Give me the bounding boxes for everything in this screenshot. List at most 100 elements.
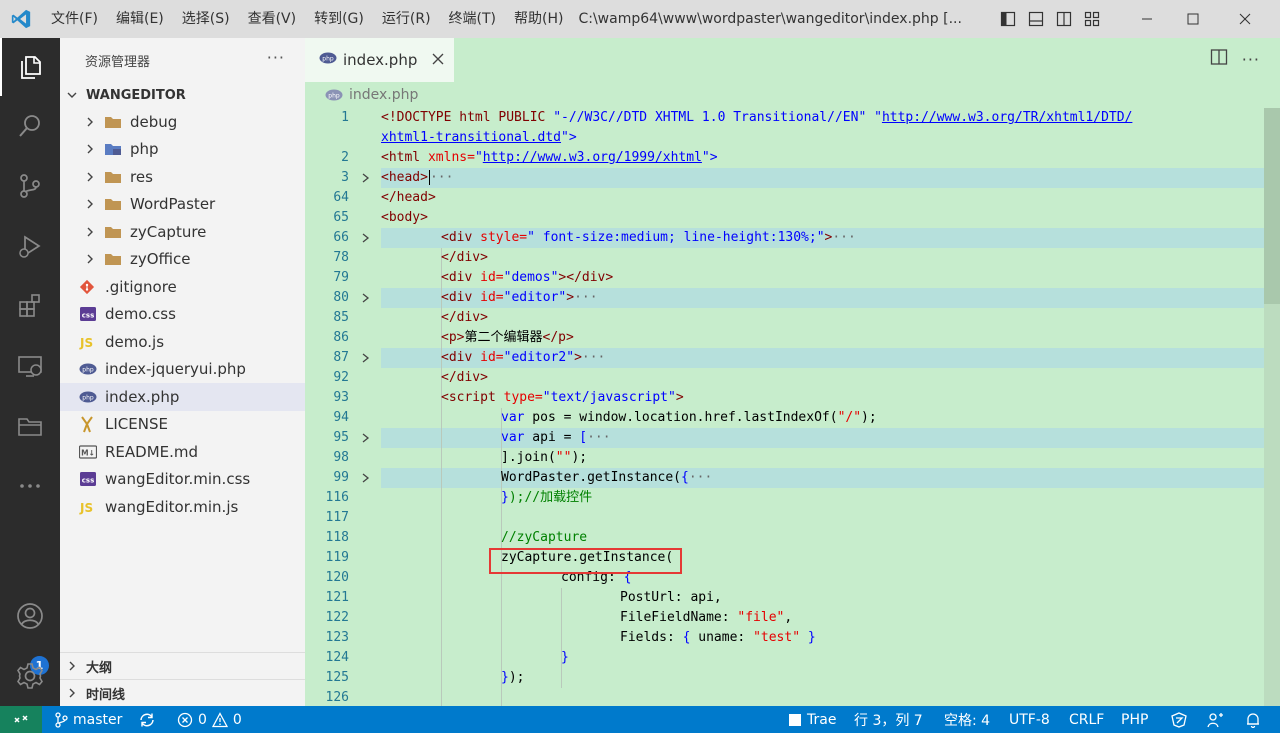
search-icon[interactable] (0, 97, 60, 155)
tree-file-item[interactable]: php index.php (60, 383, 305, 411)
toggle-primary-sidebar-icon[interactable] (994, 0, 1022, 38)
tree-file-item[interactable]: css wangEditor.min.css (60, 466, 305, 494)
token: } (501, 670, 509, 685)
git-file-icon (79, 279, 105, 295)
code-line: config: { (305, 568, 1265, 588)
trae-status[interactable]: Trae (788, 706, 836, 733)
live-share-icon (1171, 711, 1187, 728)
menu-terminal[interactable]: 终端(T) (440, 0, 505, 38)
vertical-scrollbar[interactable] (1264, 108, 1280, 706)
code-line: } (305, 648, 1265, 668)
tree-file-item[interactable]: LICENSE (60, 411, 305, 439)
svg-text:JS: JS (79, 336, 93, 350)
language-mode[interactable]: PHP (1121, 706, 1148, 733)
editor-more-actions-icon[interactable]: ··· (1242, 50, 1260, 69)
problems-status[interactable]: 0 0 (177, 706, 242, 733)
tree-file-item[interactable]: M↓ README.md (60, 438, 305, 466)
live-share-status[interactable] (1170, 706, 1193, 733)
settings-gear-icon[interactable] (0, 647, 60, 705)
breadcrumb[interactable]: php index.php (325, 84, 418, 106)
indentation-status[interactable]: 空格: 4 (944, 706, 990, 733)
cursor-position[interactable]: 行 3，列 7 (854, 706, 923, 733)
branch-status[interactable]: master (54, 706, 122, 733)
menu-selection[interactable]: 选择(S) (173, 0, 239, 38)
tree-folder-item[interactable]: res (60, 163, 305, 191)
token: } (501, 490, 509, 505)
notifications-status[interactable] (1245, 706, 1266, 733)
run-debug-icon[interactable] (0, 217, 60, 275)
fold-ellipsis[interactable]: ··· (689, 470, 712, 485)
sync-status[interactable] (138, 706, 161, 733)
tab-close-icon[interactable] (432, 50, 444, 69)
outline-section[interactable]: 大纲 (60, 652, 305, 679)
tree-folder-item[interactable]: zyCapture (60, 218, 305, 246)
folder-icon[interactable] (0, 397, 60, 455)
toggle-secondary-sidebar-icon[interactable] (1050, 0, 1078, 38)
source-control-icon[interactable] (0, 157, 60, 215)
code-line: });//加载控件 (305, 488, 1265, 508)
fold-ellipsis[interactable]: ··· (582, 350, 605, 365)
tree-file-item[interactable]: JS demo.js (60, 328, 305, 356)
tab-index-php[interactable]: php index.php (305, 38, 454, 82)
menu-view[interactable]: 查看(V) (239, 0, 306, 38)
timeline-section[interactable]: 时间线 (60, 679, 305, 706)
svg-text:JS: JS (79, 501, 93, 515)
chevron-right-icon (84, 143, 104, 155)
fold-ellipsis[interactable]: ··· (574, 290, 597, 305)
close-window-button[interactable] (1222, 0, 1268, 38)
explorer-more-actions-icon[interactable]: ··· (267, 48, 285, 67)
tree-folder-item[interactable]: debug (60, 108, 305, 136)
feedback-status[interactable] (1206, 706, 1229, 733)
eol-status[interactable]: CRLF (1069, 706, 1104, 733)
code-editor[interactable]: 1 2 3 64 65 66 78 79 80 85 86 87 92 93 94 95 98 99 116 117 1… (305, 108, 1265, 706)
menu-go[interactable]: 转到(G) (305, 0, 373, 38)
tree-item-label: wangEditor.min.js (105, 497, 239, 516)
token: </div> (441, 310, 488, 325)
token: 第二个编辑器 (464, 330, 543, 345)
code-link[interactable]: http://www.w3.org/TR/xhtml1/DTD/ (882, 110, 1132, 125)
workspace-root[interactable]: WANGEDITOR (60, 82, 305, 108)
menu-run[interactable]: 运行(R) (373, 0, 440, 38)
tree-file-item[interactable]: .gitignore (60, 273, 305, 301)
code-line: PostUrl: api, (305, 588, 1265, 608)
code-link[interactable]: http://www.w3.org/1999/xhtml (483, 150, 702, 165)
vscode-logo-icon[interactable] (0, 0, 42, 38)
maximize-button[interactable] (1170, 0, 1216, 38)
token: <!DOCTYPE html PUBLIC (381, 110, 546, 125)
remote-icon (14, 714, 28, 723)
tree-file-item[interactable]: css demo.css (60, 301, 305, 329)
menu-help[interactable]: 帮助(H) (505, 0, 572, 38)
tree-folder-item[interactable]: php (60, 136, 305, 164)
tree-file-item[interactable]: JS wangEditor.min.js (60, 493, 305, 521)
svg-text:M↓: M↓ (81, 448, 95, 457)
code-line: </div> (305, 368, 1265, 388)
toggle-panel-icon[interactable] (1022, 0, 1050, 38)
code-link[interactable]: xhtml1-transitional.dtd (381, 130, 561, 145)
remote-explorer-icon[interactable] (0, 337, 60, 395)
code-line: <div id="editor">··· (305, 288, 1265, 308)
token: } (800, 630, 816, 645)
menu-edit[interactable]: 编辑(E) (107, 0, 173, 38)
fold-ellipsis[interactable]: ··· (430, 170, 453, 185)
token: > (574, 350, 582, 365)
minimize-button[interactable] (1124, 0, 1170, 38)
tree-file-item[interactable]: php index-jqueryui.php (60, 356, 305, 384)
code-line: <html xmlns="http://www.w3.org/1999/xhtm… (305, 148, 1265, 168)
scrollbar-thumb[interactable] (1264, 108, 1280, 304)
fold-ellipsis[interactable]: ··· (587, 430, 610, 445)
extensions-icon[interactable] (0, 277, 60, 335)
tree-folder-item[interactable]: zyOffice (60, 246, 305, 274)
encoding-status[interactable]: UTF-8 (1009, 706, 1050, 733)
remote-indicator[interactable] (0, 706, 42, 733)
explorer-header: 资源管理器 ··· (60, 38, 305, 82)
accounts-icon[interactable] (0, 587, 60, 645)
menu-file[interactable]: 文件(F) (42, 0, 107, 38)
token: xmlns= (427, 150, 475, 165)
more-icon[interactable] (0, 457, 60, 515)
explorer-icon[interactable] (0, 38, 60, 96)
fold-ellipsis[interactable]: ··· (832, 230, 855, 245)
customize-layout-icon[interactable] (1078, 0, 1106, 38)
tree-folder-item[interactable]: WordPaster (60, 191, 305, 219)
code-line: Fields: { uname: "test" } (305, 628, 1265, 648)
split-editor-icon[interactable] (1210, 48, 1228, 70)
